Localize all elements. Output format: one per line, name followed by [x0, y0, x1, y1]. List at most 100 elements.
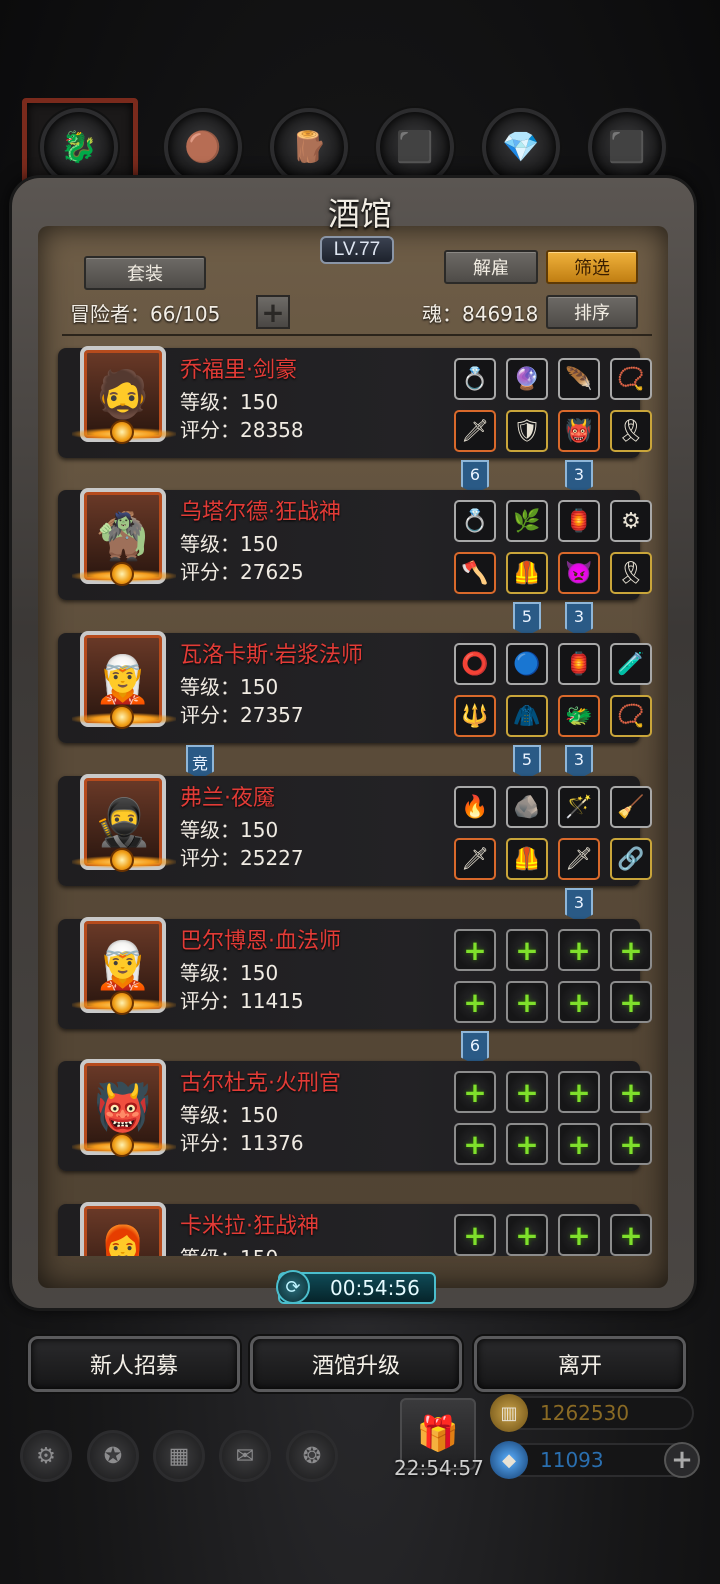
- empty-equip-slot[interactable]: +: [506, 1214, 548, 1256]
- hero-card[interactable]: 🧌 乌塔尔德·狂战神 等级：150 评分：27625 💍 🌿 🏮 ⚙ 🪓 🦺 👿 🎗: [58, 488, 652, 600]
- equip-slot[interactable]: 💍: [454, 358, 496, 400]
- add-equipment-icon: +: [463, 1218, 487, 1252]
- equip-slot[interactable]: 🗡: [454, 838, 496, 880]
- rune-icon[interactable]: ❂: [286, 1430, 338, 1482]
- expand-adventurers-button[interactable]: +: [256, 295, 290, 329]
- tab-ingot[interactable]: ⬛: [588, 108, 666, 186]
- empty-equip-slot[interactable]: +: [506, 1071, 548, 1113]
- hero-card[interactable]: 🧔 乔福里·剑豪 等级：150 评分：28358 💍 🔮 🪶 📿 🗡 🛡 👹 🎗: [58, 346, 652, 458]
- equip-slot[interactable]: 🦺: [506, 552, 548, 594]
- add-equipment-icon: +: [619, 933, 643, 967]
- equip-slot[interactable]: 🔱: [454, 695, 496, 737]
- empty-equip-slot[interactable]: +: [558, 929, 600, 971]
- mail-icon[interactable]: ✉: [219, 1430, 271, 1482]
- sun-badge-icon: [110, 991, 134, 1015]
- tab-crystal[interactable]: 💎: [482, 108, 560, 186]
- equip-slot[interactable]: 🧪: [610, 643, 652, 685]
- tab-ore[interactable]: ⬛: [376, 108, 454, 186]
- equip-slot[interactable]: 🪶: [558, 358, 600, 400]
- equip-slot[interactable]: 🪨: [506, 786, 548, 828]
- equip-slot[interactable]: 📿: [610, 358, 652, 400]
- hero-level: 等级：150: [180, 532, 279, 556]
- add-equipment-icon: +: [463, 1075, 487, 1109]
- empty-equip-slot[interactable]: +: [506, 981, 548, 1023]
- empty-equip-slot[interactable]: +: [558, 981, 600, 1023]
- equip-slot[interactable]: 🔵: [506, 643, 548, 685]
- dragon-icon: 🐉: [60, 129, 98, 165]
- equip-slot[interactable]: 🔗: [610, 838, 652, 880]
- equip-slot[interactable]: 🗡: [558, 838, 600, 880]
- add-equipment-icon: +: [515, 1075, 539, 1109]
- tab-leather[interactable]: 🟤: [164, 108, 242, 186]
- equip-slot[interactable]: 🎗: [610, 552, 652, 594]
- equip-slot[interactable]: 📿: [610, 695, 652, 737]
- equip-slot[interactable]: 🏮: [558, 643, 600, 685]
- equip-slot[interactable]: 💍: [454, 500, 496, 542]
- empty-equip-slot[interactable]: +: [454, 1214, 496, 1256]
- empty-equip-slot[interactable]: +: [558, 1071, 600, 1113]
- hero-portrait[interactable]: 👩‍🦰: [80, 1202, 166, 1256]
- tavern-upgrade-button[interactable]: 酒馆升级: [250, 1336, 462, 1392]
- ingot-icon: ⬛: [608, 129, 646, 165]
- equip-slot[interactable]: 🏮: [558, 500, 600, 542]
- dismiss-button[interactable]: 解雇: [444, 250, 538, 284]
- star-icon[interactable]: ✪: [87, 1430, 139, 1482]
- empty-equip-slot[interactable]: +: [506, 1123, 548, 1165]
- equip-slot[interactable]: 🔥: [454, 786, 496, 828]
- equip-slot[interactable]: 🐲: [558, 695, 600, 737]
- sort-button[interactable]: 排序: [546, 295, 638, 329]
- sun-badge-icon: [110, 1133, 134, 1157]
- empty-equip-slot[interactable]: +: [610, 1071, 652, 1113]
- empty-equip-slot[interactable]: +: [610, 981, 652, 1023]
- equip-slot[interactable]: 👿: [558, 552, 600, 594]
- equip-slot[interactable]: ⚙: [610, 500, 652, 542]
- hero-card[interactable]: 👩‍🦰卡米拉·狂战神等级：150评分：11000++++++++: [58, 1202, 652, 1256]
- equipment-icon: 🪄: [565, 794, 593, 820]
- equip-slot[interactable]: 🪄: [558, 786, 600, 828]
- empty-equip-slot[interactable]: +: [454, 1071, 496, 1113]
- hero-card[interactable]: 🧝 瓦洛卡斯·岩浆法师 等级：150 评分：27357 ⭕ 🔵 🏮 🧪 🔱 🧥 🐲 📿: [58, 631, 652, 743]
- set-button[interactable]: 套装: [84, 256, 206, 290]
- add-equipment-icon: +: [567, 1127, 591, 1161]
- empty-equip-slot[interactable]: +: [558, 1123, 600, 1165]
- castle-icon[interactable]: ▦: [153, 1430, 205, 1482]
- hero-avatar-icon: 👹: [94, 1079, 152, 1134]
- empty-equip-slot[interactable]: +: [454, 1123, 496, 1165]
- recruit-button[interactable]: 新人招募: [28, 1336, 240, 1392]
- equip-slot[interactable]: 👹: [558, 410, 600, 452]
- equipment-icon: 🔥: [461, 794, 489, 820]
- leave-button[interactable]: 离开: [474, 1336, 686, 1392]
- hero-card[interactable]: 🧝 巴尔博恩·血法师 等级：150 评分：11415 + + + + + + + +: [58, 917, 652, 1029]
- empty-equip-slot[interactable]: +: [506, 929, 548, 971]
- empty-equip-slot[interactable]: +: [610, 1214, 652, 1256]
- tab-wood[interactable]: 🪵: [270, 108, 348, 186]
- empty-equip-slot[interactable]: +: [454, 981, 496, 1023]
- empty-equip-slot[interactable]: +: [610, 1123, 652, 1165]
- ore-icon: ⬛: [396, 129, 434, 165]
- equip-slot[interactable]: 🔮: [506, 358, 548, 400]
- equip-slot[interactable]: 🧥: [506, 695, 548, 737]
- hero-card[interactable]: 🥷 弗兰·夜魇 等级：150 评分：25227 🔥 🪨 🪄 🧹 🗡 🦺 🗡 🔗: [58, 774, 652, 886]
- equipment-icon: 🧪: [617, 651, 645, 677]
- empty-equip-slot[interactable]: +: [558, 1214, 600, 1256]
- equip-slot[interactable]: 🛡: [506, 410, 548, 452]
- equip-slot[interactable]: 🦺: [506, 838, 548, 880]
- hero-card[interactable]: 👹 古尔杜克·火刑官 等级：150 评分：11376 + + + + + + + +: [58, 1059, 652, 1171]
- empty-equip-slot[interactable]: +: [454, 929, 496, 971]
- adventurer-count: 冒险者：66/105: [70, 302, 221, 326]
- hero-level: 等级：150: [180, 961, 279, 985]
- tab-dragon[interactable]: 🐉: [40, 108, 118, 186]
- gear-icon[interactable]: ⚙: [20, 1430, 72, 1482]
- equip-slot[interactable]: 🎗: [610, 410, 652, 452]
- filter-button[interactable]: 筛选: [546, 250, 638, 284]
- equip-slot[interactable]: 🌿: [506, 500, 548, 542]
- add-gem-button[interactable]: +: [664, 1442, 700, 1478]
- equip-slot[interactable]: 🪓: [454, 552, 496, 594]
- equip-slot[interactable]: 🧹: [610, 786, 652, 828]
- equipment-icon: 🪶: [565, 366, 593, 392]
- equip-slot[interactable]: ⭕: [454, 643, 496, 685]
- empty-equip-slot[interactable]: +: [610, 929, 652, 971]
- hero-list[interactable]: 🧔 乔福里·剑豪 等级：150 评分：28358 💍 🔮 🪶 📿 🗡 🛡 👹 🎗 6 3 🧌 乌塔尔德·狂战神…: [44, 340, 666, 1256]
- equip-slot[interactable]: 🗡: [454, 410, 496, 452]
- equipment-icon: 📿: [617, 366, 645, 392]
